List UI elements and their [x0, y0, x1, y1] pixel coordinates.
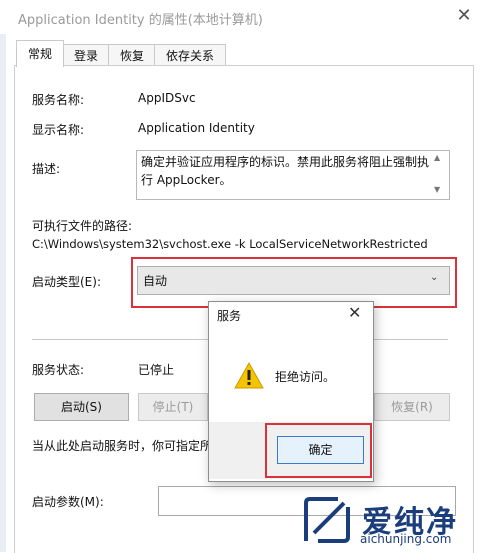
background-window-edge	[0, 34, 6, 552]
startup-type-label: 启动类型(E):	[32, 275, 101, 289]
exe-path-label: 可执行文件的路径:	[32, 219, 133, 233]
dialog-message: 拒绝访问。	[275, 370, 336, 384]
brand-url: aichunjing.com	[360, 532, 452, 546]
display-name-value: Application Identity	[138, 121, 255, 135]
resume-button[interactable]: 恢复(R)	[374, 393, 450, 421]
highlight-box-ok	[265, 423, 372, 478]
description-label: 描述:	[32, 162, 61, 176]
description-text: 确定并验证应用程序的标识。禁用此服务将阻止强制执行 AppLocker。	[141, 155, 430, 187]
window-title: Application Identity 的属性(本地计算机)	[18, 13, 263, 28]
exe-path-value: C:\Windows\system32\svchost.exe -k Local…	[32, 237, 428, 251]
window-close-icon[interactable]: ✕	[452, 4, 476, 28]
scroll-up-icon[interactable]: ▲	[434, 153, 440, 162]
tab-dependencies[interactable]: 依存关系	[154, 44, 226, 67]
service-status-label: 服务状态:	[32, 363, 85, 377]
service-name-value: AppIDSvc	[138, 91, 196, 105]
tab-general[interactable]: 常规	[16, 40, 64, 67]
start-hint-text: 当从此处启动服务时，你可指定所	[32, 439, 213, 453]
display-name-label: 显示名称:	[32, 123, 85, 137]
start-params-label: 启动参数(M):	[32, 495, 104, 509]
stop-button[interactable]: 停止(T)	[138, 393, 208, 421]
tab-logon[interactable]: 登录	[62, 44, 110, 67]
brand-logo-icon	[304, 497, 350, 543]
start-button[interactable]: 启动(S)	[34, 393, 129, 421]
service-name-label: 服务名称:	[32, 93, 85, 107]
service-status-value: 已停止	[138, 363, 175, 377]
scroll-down-icon[interactable]: ▼	[434, 185, 440, 194]
warning-icon	[234, 362, 264, 389]
dialog-close-icon[interactable]: ✕	[348, 303, 361, 322]
dialog-title: 服务	[217, 309, 242, 323]
tab-recovery[interactable]: 恢复	[108, 44, 156, 67]
